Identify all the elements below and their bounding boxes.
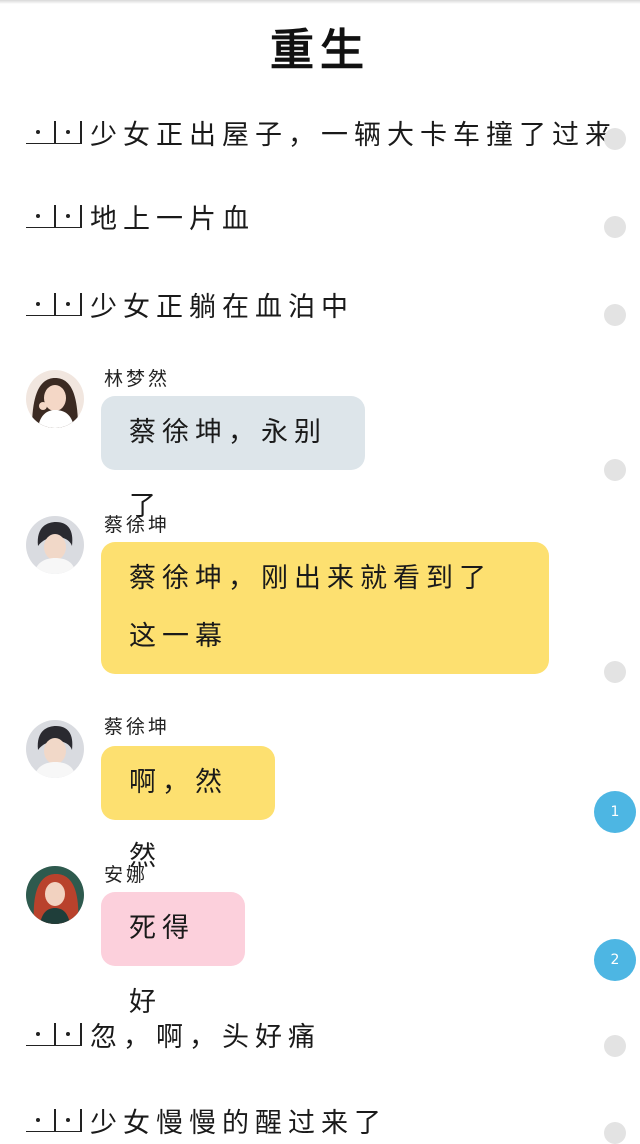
- narration-text: 少女慢慢的醒过来了: [90, 1107, 387, 1139]
- avatar[interactable]: [26, 720, 84, 778]
- narration-line[interactable]: 地上一片血: [26, 196, 255, 236]
- avatar[interactable]: [26, 866, 84, 924]
- message-text: 蔡徐坤，永别了: [129, 417, 327, 522]
- narration-marker-icon: [26, 1022, 82, 1046]
- gray-dot-icon[interactable]: [604, 1035, 626, 1057]
- gray-dot-icon[interactable]: [604, 1122, 626, 1144]
- message-text: 蔡徐坤，刚出来就看到了这一幕: [129, 563, 492, 652]
- narration-text: 地上一片血: [90, 203, 255, 235]
- gray-dot-icon[interactable]: [604, 216, 626, 238]
- indicator-badge[interactable]: 2: [594, 939, 636, 981]
- gray-dot-icon[interactable]: [604, 304, 626, 326]
- narration-marker-icon: [26, 1108, 82, 1132]
- indicator-badge[interactable]: 1: [594, 791, 636, 833]
- narration-text: 少女正躺在血泊中: [90, 291, 354, 323]
- avatar[interactable]: [26, 516, 84, 574]
- message-bubble[interactable]: 蔡徐坤，永别了: [101, 396, 365, 522]
- gray-dot-icon[interactable]: [604, 128, 626, 150]
- speaker-name: 安娜: [104, 864, 149, 886]
- gray-dot-icon[interactable]: [604, 661, 626, 683]
- narration-line[interactable]: 少女正出屋子，一辆大卡车撞了过来: [26, 112, 618, 152]
- indicator-label: 1: [610, 804, 620, 820]
- narration-text: 忽，啊，头好痛: [90, 1021, 321, 1053]
- indicator-label: 2: [610, 952, 620, 968]
- page-title: 重生: [270, 25, 370, 76]
- message-bubble[interactable]: 啊，然然: [101, 746, 275, 872]
- narration-line[interactable]: 忽，啊，头好痛: [26, 1014, 321, 1054]
- gray-dot-icon[interactable]: [604, 459, 626, 481]
- narration-line[interactable]: 少女慢慢的醒过来了: [26, 1100, 387, 1140]
- narration-text: 少女正出屋子，一辆大卡车撞了过来: [90, 119, 618, 151]
- message-bubble[interactable]: 蔡徐坤，刚出来就看到了这一幕: [101, 542, 549, 674]
- narration-marker-icon: [26, 292, 82, 316]
- narration-line[interactable]: 少女正躺在血泊中: [26, 284, 354, 324]
- narration-marker-icon: [26, 204, 82, 228]
- message-text: 死得好: [129, 913, 195, 1018]
- narration-marker-icon: [26, 120, 82, 144]
- message-text: 啊，然然: [129, 767, 228, 872]
- speaker-name: 蔡徐坤: [104, 514, 171, 536]
- avatar[interactable]: [26, 370, 84, 428]
- message-bubble[interactable]: 死得好: [101, 892, 245, 1018]
- speaker-name: 蔡徐坤: [104, 716, 171, 738]
- top-edge: [0, 0, 640, 4]
- speaker-name: 林梦然: [104, 368, 171, 390]
